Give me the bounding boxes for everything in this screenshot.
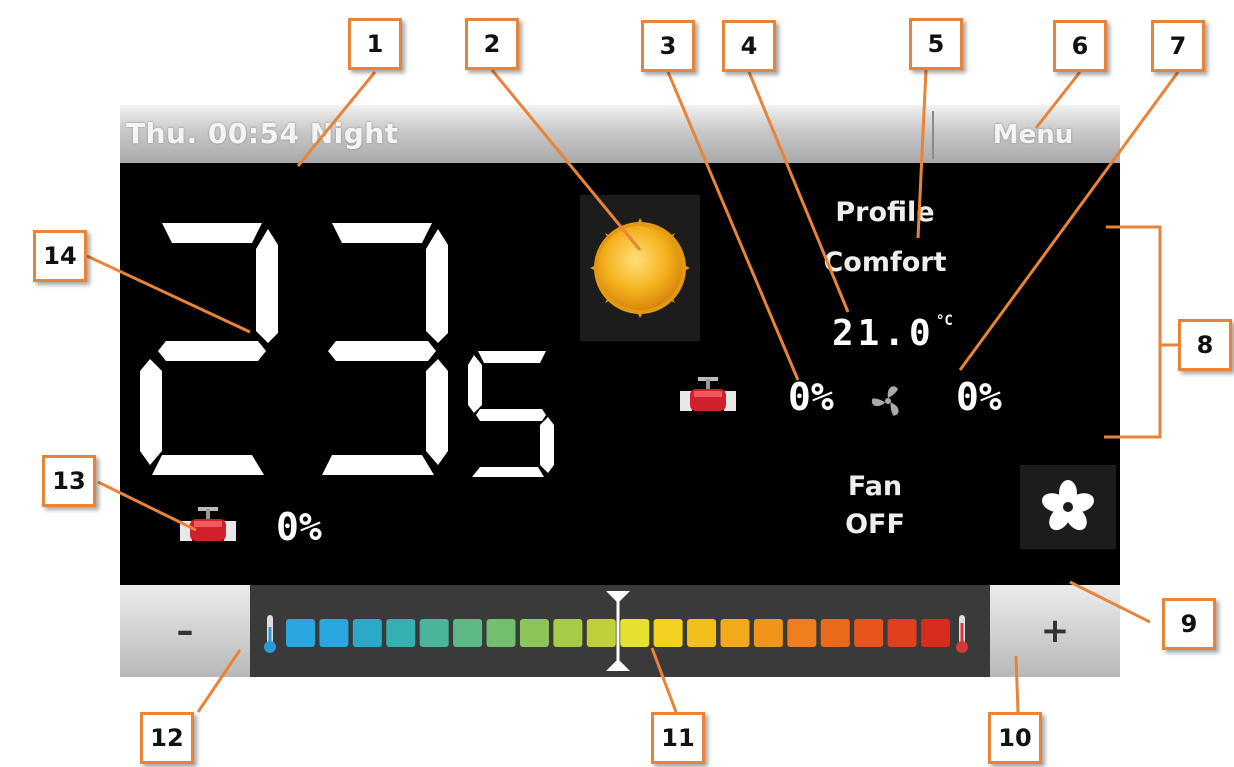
- thermostat-screen: Thu. 00:54 Night Menu Profile Comfort 21…: [120, 105, 1120, 677]
- fan-label: Fan: [847, 471, 903, 502]
- scale-segment: [486, 619, 516, 647]
- callout-12: 12: [140, 712, 194, 764]
- callout-2: 2: [465, 18, 519, 70]
- scale-segment: [753, 619, 783, 647]
- hot-thermometer-icon: [956, 615, 968, 653]
- setpoint-unit: °C: [936, 313, 953, 329]
- scale-segment: [820, 619, 850, 647]
- fan-button[interactable]: [1020, 465, 1116, 549]
- setpoint-value: 21.0: [832, 313, 935, 354]
- temperature-scale[interactable]: [250, 585, 990, 677]
- callout-11: 11: [651, 712, 705, 764]
- callout-14: 14: [33, 230, 87, 282]
- valve-percent: 0%: [788, 375, 834, 419]
- callout-4: 4: [722, 20, 776, 72]
- scale-segment: [854, 619, 884, 647]
- callout-3: 3: [641, 20, 695, 72]
- decrease-button[interactable]: –: [120, 585, 250, 677]
- callout-10: 10: [988, 712, 1042, 764]
- scale-segment: [319, 619, 349, 647]
- scale-segment: [887, 619, 917, 647]
- callout-7: 7: [1151, 20, 1205, 72]
- menu-button[interactable]: Menu: [950, 117, 1116, 153]
- callout-9: 9: [1162, 598, 1216, 650]
- temperature-scale-bar: [264, 591, 968, 671]
- scale-segment: [787, 619, 817, 647]
- fan-percent: 0%: [956, 375, 1002, 419]
- scale-segment: [286, 619, 315, 647]
- header-divider: [932, 111, 934, 159]
- callout-6: 6: [1053, 20, 1107, 72]
- scale-segment: [453, 619, 483, 647]
- scale-segment: [620, 619, 650, 647]
- setpoint-display: 21.0 °C: [832, 313, 962, 357]
- room-temperature-display: 23 5: [140, 215, 560, 485]
- scale-segment: [386, 619, 416, 647]
- room-temperature-digits: [140, 223, 554, 477]
- status-bar: Thu. 00:54 Night Menu: [120, 105, 1120, 163]
- small-fan-icon: [868, 381, 908, 421]
- scale-segment: [921, 619, 950, 647]
- scale-segment: [720, 619, 750, 647]
- scale-segment: [586, 619, 616, 647]
- scale-segment: [653, 619, 683, 647]
- callout-13: 13: [42, 455, 96, 507]
- fan-icon: [1042, 480, 1094, 531]
- fan-state: OFF: [845, 509, 905, 540]
- valve-icon: [680, 375, 736, 419]
- scale-segment: [352, 619, 382, 647]
- scale-segment: [419, 619, 449, 647]
- day-time-mode: Thu. 00:54 Night: [126, 117, 399, 150]
- profile-value[interactable]: Comfort: [810, 247, 960, 278]
- scale-segment: [519, 619, 549, 647]
- callout-8: 8: [1178, 319, 1232, 371]
- day-mode-tile[interactable]: [580, 195, 700, 341]
- increase-button[interactable]: +: [990, 585, 1120, 677]
- sun-icon: [590, 218, 690, 318]
- scale-segment: [687, 619, 717, 647]
- callout-1: 1: [348, 18, 402, 70]
- scale-segment: [553, 619, 583, 647]
- heating-valve-icon: [180, 505, 236, 549]
- callout-5: 5: [909, 18, 963, 70]
- profile-label: Profile: [835, 197, 935, 228]
- heating-valve-percent: 0%: [276, 505, 322, 549]
- cold-thermometer-icon: [264, 615, 276, 653]
